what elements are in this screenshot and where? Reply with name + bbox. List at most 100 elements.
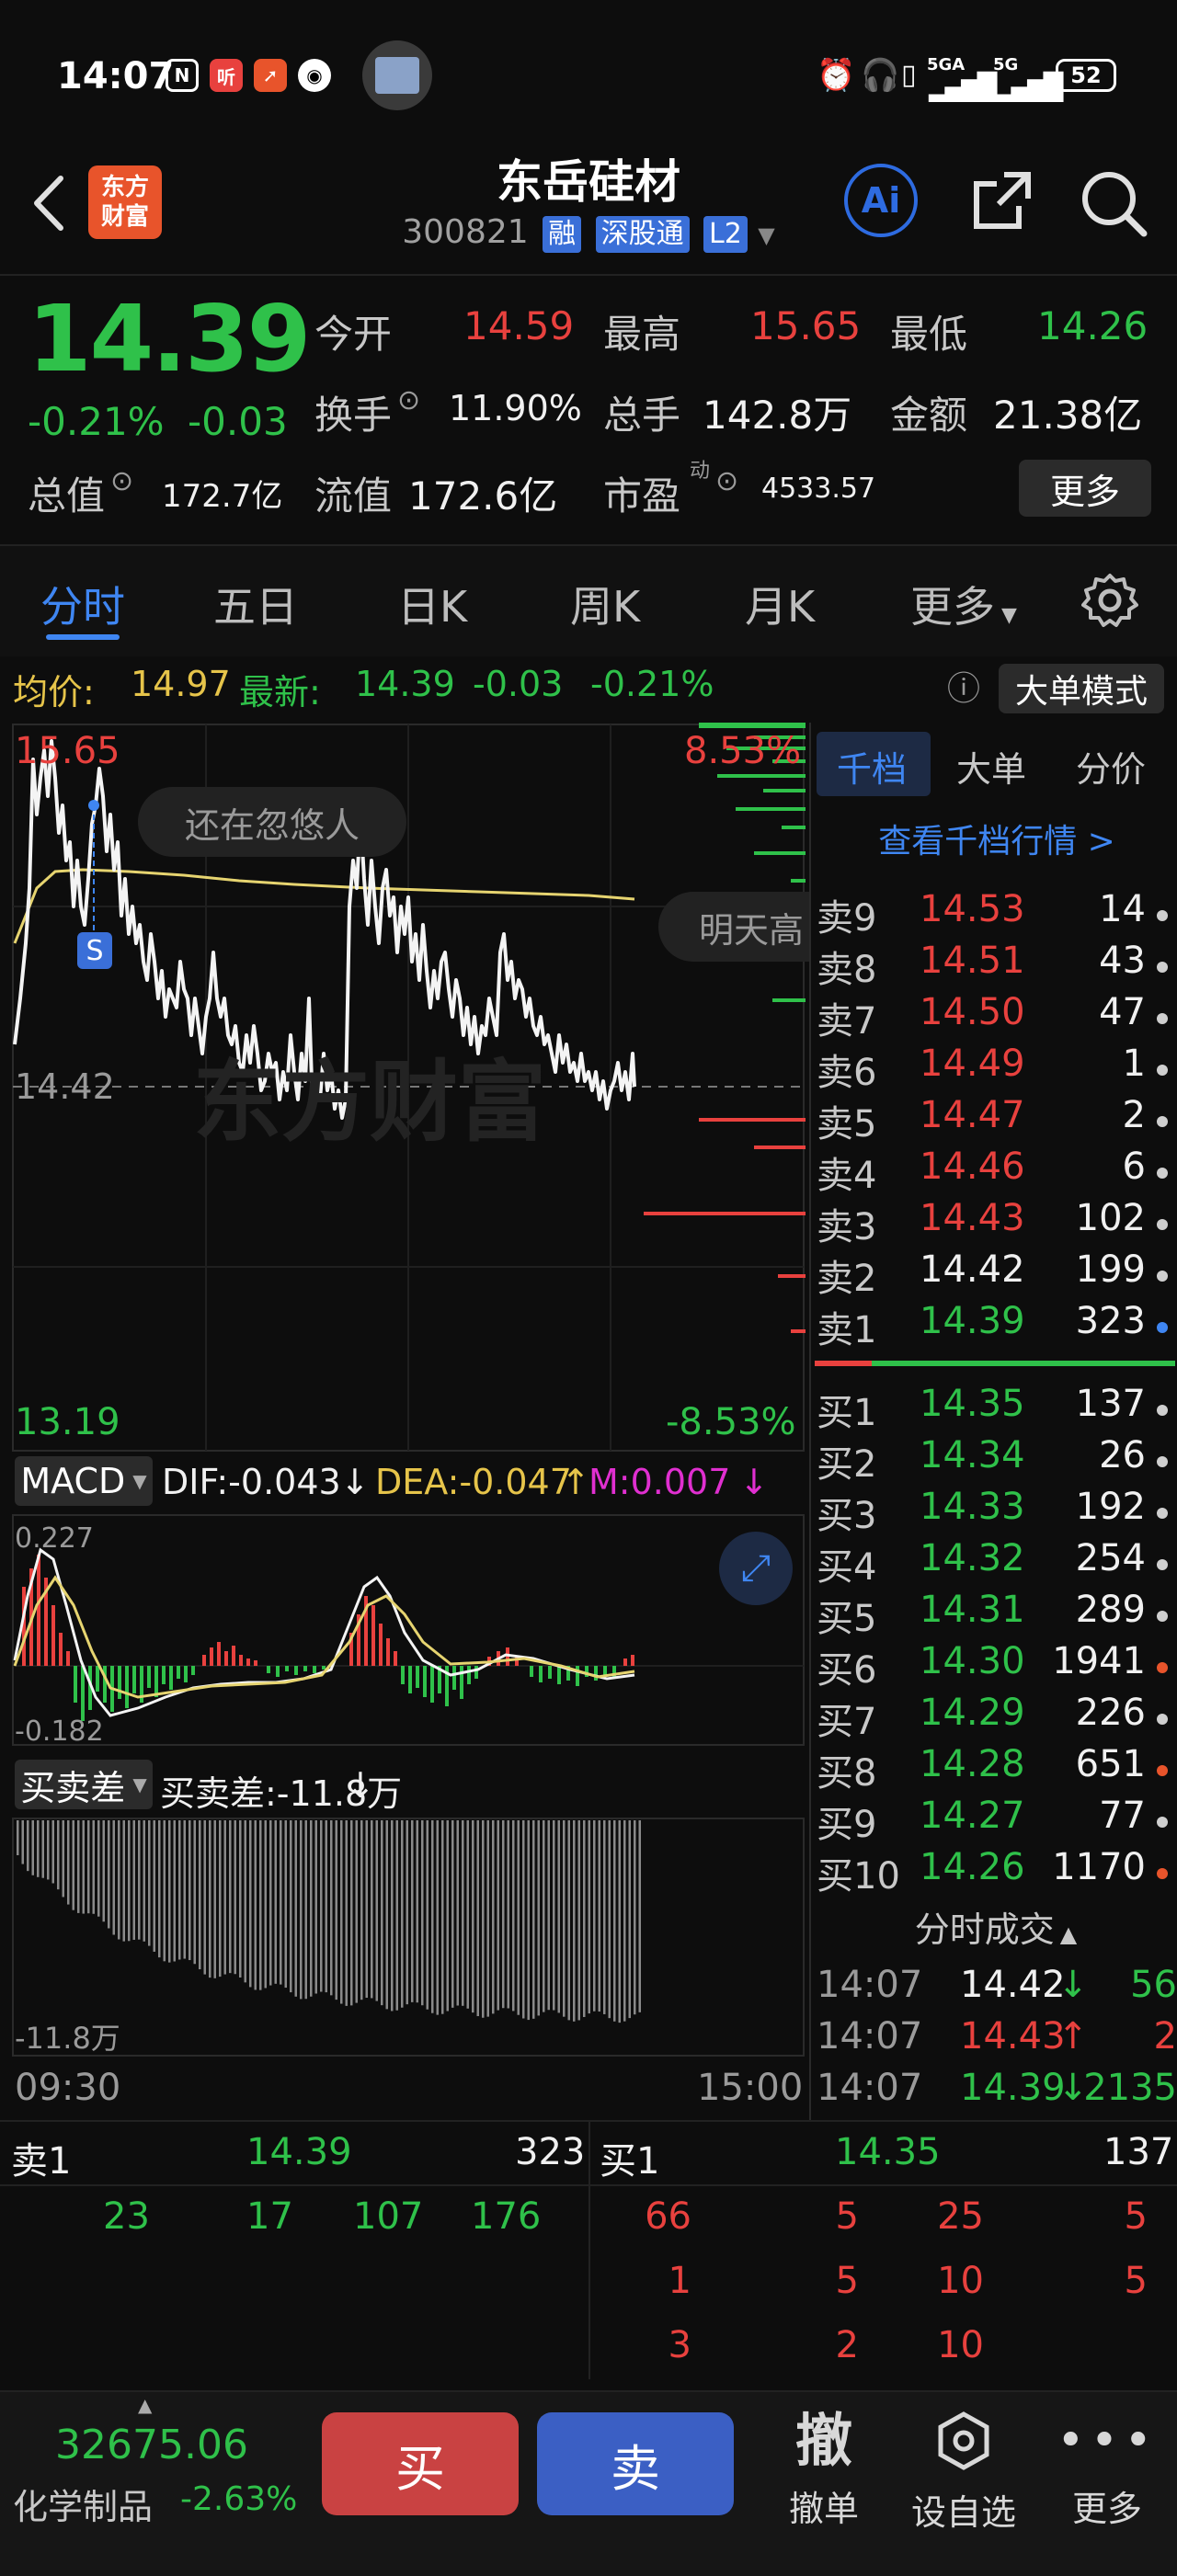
mktcap-value: 172.7亿 bbox=[162, 478, 283, 515]
ask-row[interactable]: 卖1 14.39 323 bbox=[817, 1300, 1177, 1351]
comment-bubble[interactable]: 还在忽悠人 bbox=[138, 787, 406, 857]
info-icon[interactable]: ⊙ bbox=[397, 384, 420, 416]
tag-level2[interactable]: L2 bbox=[703, 216, 748, 253]
spread-arrow: ↓ bbox=[346, 1765, 375, 1806]
comment-bubble-2[interactable]: 明天高 bbox=[658, 892, 809, 962]
ask-row[interactable]: 卖6 14.49 1 bbox=[817, 1043, 1177, 1094]
bid-row[interactable]: 买9 14.27 77 bbox=[817, 1795, 1177, 1846]
avg-label: 均价: bbox=[13, 672, 95, 712]
spread-bar bbox=[213, 1820, 216, 1978]
trades-header[interactable]: 分时成交 ▲ bbox=[815, 1901, 1177, 1960]
order-dot-icon bbox=[1157, 1116, 1168, 1127]
change-percent: -0.21% bbox=[28, 399, 165, 444]
cancel-order-button[interactable]: 撤 撤单 bbox=[760, 2409, 888, 2531]
bid-row[interactable]: 买2 14.34 26 bbox=[817, 1434, 1177, 1486]
spread-bar bbox=[567, 1820, 570, 2021]
spread-bar bbox=[108, 1820, 110, 1929]
spread-bar bbox=[259, 1820, 262, 1990]
more-quote-button[interactable]: 更多 bbox=[1019, 460, 1151, 517]
ask-row[interactable]: 卖3 14.43 102 bbox=[817, 1197, 1177, 1248]
ask-volume: 6 bbox=[1122, 1146, 1146, 1188]
ask-row[interactable]: 卖4 14.46 6 bbox=[817, 1146, 1177, 1197]
index-value[interactable]: 32675.06 bbox=[55, 2422, 248, 2468]
ask-row[interactable]: 卖9 14.53 14 bbox=[817, 888, 1177, 940]
index-name[interactable]: 化学制品 bbox=[13, 2479, 153, 2529]
tab-5day[interactable]: 五日 bbox=[213, 574, 298, 634]
tab-monthly[interactable]: 月K bbox=[745, 574, 815, 634]
order-dot-icon bbox=[1157, 1456, 1168, 1467]
tab-more[interactable]: 更多 ▼ bbox=[910, 574, 1017, 634]
battery-icon: 52 bbox=[1056, 59, 1116, 92]
spread-bar bbox=[264, 1820, 267, 1989]
bid-ask-ratio-bar bbox=[815, 1361, 1175, 1366]
spread-bar bbox=[441, 1820, 444, 2014]
spread-bar bbox=[320, 1820, 323, 1992]
tab-intraday[interactable]: 分时 bbox=[40, 574, 125, 634]
big-order-mode-button[interactable]: 大单模式 bbox=[999, 664, 1164, 713]
help-icon[interactable]: ⓘ bbox=[947, 662, 980, 710]
bid-row[interactable]: 买1 14.35 137 bbox=[817, 1383, 1177, 1434]
info-icon-2[interactable]: ⊙ bbox=[110, 465, 133, 497]
bid-volume: 289 bbox=[1075, 1589, 1146, 1631]
bid-row[interactable]: 买10 14.26 1170 bbox=[817, 1846, 1177, 1898]
ask-volume: 47 bbox=[1099, 991, 1146, 1033]
info-icon-3[interactable]: ⊙ bbox=[715, 465, 738, 497]
bid-level: 买7 bbox=[817, 1701, 877, 1743]
tab-weekly[interactable]: 周K bbox=[570, 574, 640, 634]
trade-row: 14:07 14.39 ↓ 2135 bbox=[817, 2067, 1177, 2118]
ask-row[interactable]: 卖7 14.50 47 bbox=[817, 991, 1177, 1043]
spread-bar bbox=[310, 1820, 313, 1997]
spread-selector[interactable]: 买卖差 ▼ bbox=[15, 1760, 153, 1809]
time-end: 15:00 bbox=[697, 2067, 804, 2109]
sell-button[interactable]: 卖 bbox=[537, 2412, 734, 2515]
pe-label: 市盈 bbox=[603, 473, 681, 519]
bid-row[interactable]: 买6 14.30 1941 bbox=[817, 1640, 1177, 1692]
order-dot-icon bbox=[1157, 1065, 1168, 1076]
macd-selector[interactable]: MACD ▼ bbox=[15, 1456, 153, 1506]
ask-row[interactable]: 卖2 14.42 199 bbox=[817, 1248, 1177, 1300]
sell-queue-cell: 17 bbox=[246, 2195, 293, 2238]
spread-bar bbox=[577, 1820, 580, 2021]
divider bbox=[0, 2184, 1177, 2186]
add-watchlist-button[interactable]: 设自选 bbox=[899, 2409, 1028, 2535]
bid-row[interactable]: 买5 14.31 289 bbox=[817, 1589, 1177, 1640]
volume-value: 142.8万 bbox=[703, 393, 852, 438]
spread-bar bbox=[92, 1820, 95, 1914]
tab-price-dist[interactable]: 分价 bbox=[1076, 741, 1146, 792]
buy-button[interactable]: 买 bbox=[322, 2412, 519, 2515]
share-button[interactable] bbox=[967, 165, 1037, 239]
watermark: 东方财富 bbox=[193, 1051, 546, 1154]
spread-bar bbox=[492, 1820, 495, 2014]
bid-row[interactable]: 买8 14.28 651 bbox=[817, 1743, 1177, 1795]
bid-row[interactable]: 买3 14.33 192 bbox=[817, 1486, 1177, 1537]
ask-level: 卖9 bbox=[817, 897, 877, 940]
ask-price: 14.39 bbox=[920, 1300, 1025, 1342]
tab-big-orders[interactable]: 大单 bbox=[956, 741, 1026, 792]
more-menu-button[interactable]: ••• 更多 bbox=[1043, 2409, 1171, 2531]
spread-label: 买卖差 bbox=[20, 1767, 126, 1808]
view-depth-link[interactable]: 查看千档行情 > bbox=[817, 815, 1177, 862]
tab-daily[interactable]: 日K bbox=[397, 574, 467, 634]
bid-row[interactable]: 买7 14.29 226 bbox=[817, 1692, 1177, 1743]
tab-depth[interactable]: 千档 bbox=[837, 741, 907, 792]
buy-queue-cell: 25 bbox=[937, 2195, 984, 2238]
ask-row[interactable]: 卖8 14.51 43 bbox=[817, 940, 1177, 991]
search-button[interactable] bbox=[1076, 165, 1149, 243]
bid-level: 买6 bbox=[817, 1649, 877, 1692]
chevron-down-icon: ▼ bbox=[995, 604, 1017, 627]
ai-button[interactable]: Ai bbox=[844, 164, 918, 237]
expand-icon[interactable]: ⤢ bbox=[719, 1532, 793, 1605]
spread-bar bbox=[421, 1820, 424, 2006]
chevron-up-icon[interactable]: ▲ bbox=[138, 2394, 152, 2416]
spread-bar bbox=[598, 1820, 600, 2012]
bid-level: 买3 bbox=[817, 1495, 877, 1537]
ask-volume: 14 bbox=[1099, 888, 1146, 930]
chevron-down-icon[interactable]: ▼ bbox=[758, 222, 774, 248]
ask-price: 14.43 bbox=[920, 1197, 1025, 1239]
ask-row[interactable]: 卖5 14.47 2 bbox=[817, 1094, 1177, 1146]
settings-button[interactable] bbox=[1081, 572, 1138, 633]
pe-superscript: 动 bbox=[690, 460, 711, 483]
bid-row[interactable]: 买4 14.32 254 bbox=[817, 1537, 1177, 1589]
order-dot-icon bbox=[1157, 1611, 1168, 1622]
spread-bar bbox=[294, 1820, 297, 1997]
